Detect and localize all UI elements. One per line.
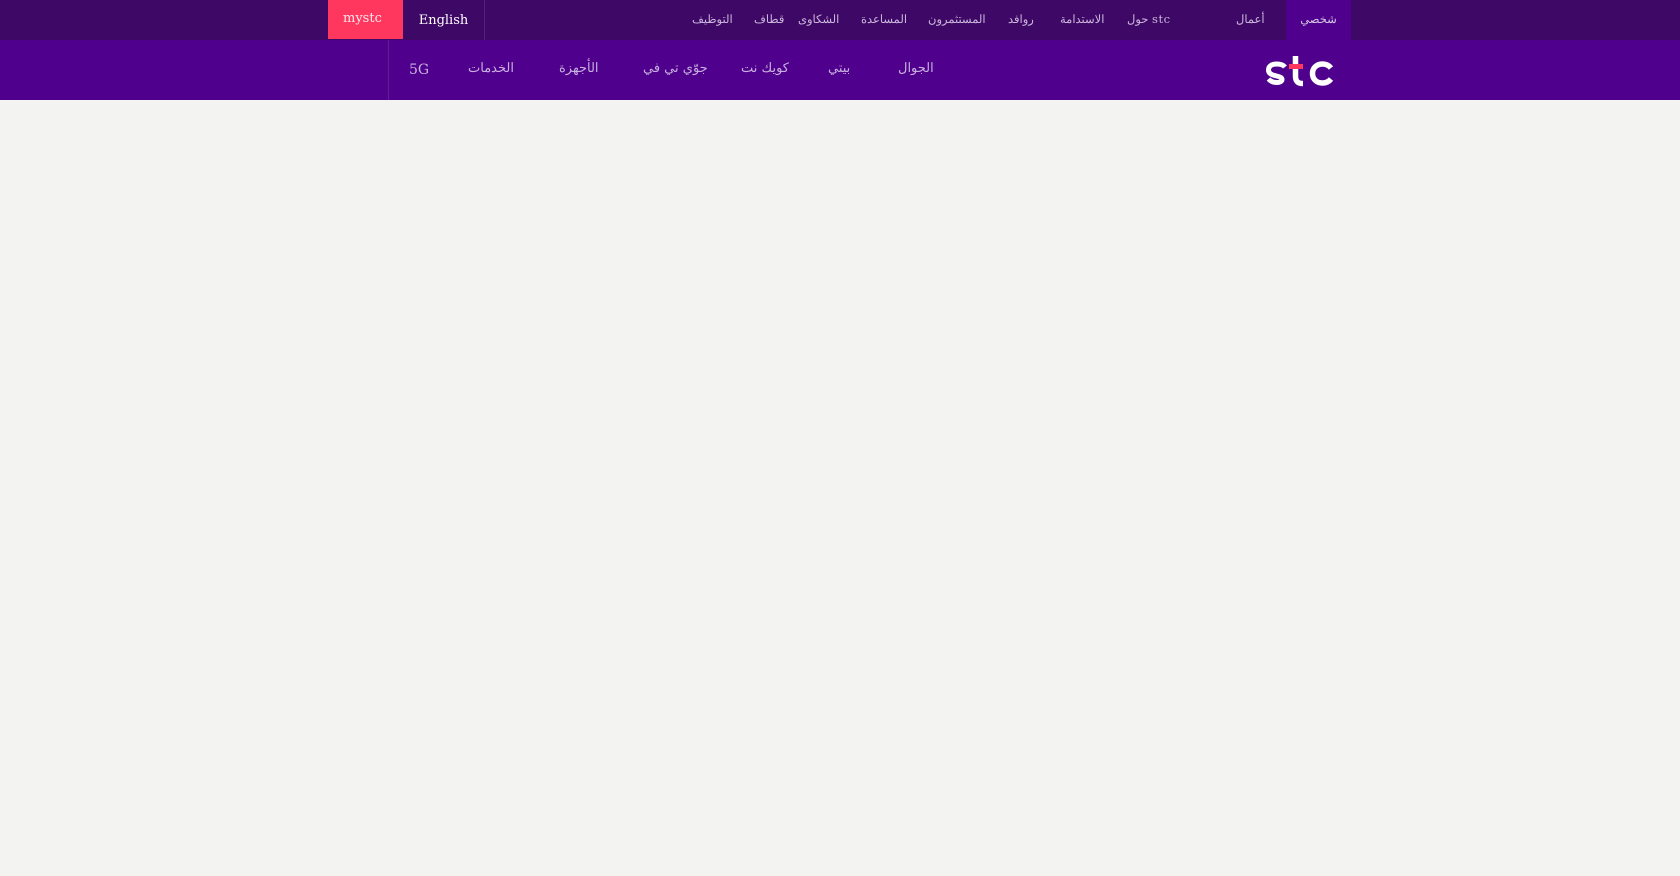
- top-link-complaints[interactable]: الشكاوى: [798, 0, 839, 40]
- nav-item-jawwy-tv[interactable]: جوّي تي في: [643, 40, 708, 100]
- stc-logo[interactable]: [1265, 53, 1335, 89]
- nav-item-home[interactable]: بيتي: [828, 40, 850, 100]
- top-link-rawafed[interactable]: روافد: [1008, 0, 1034, 40]
- top-link-investors[interactable]: المستثمرون: [928, 0, 986, 40]
- top-link-help[interactable]: المساعدة: [861, 0, 907, 40]
- top-link-qitaf[interactable]: قطاف: [754, 0, 784, 40]
- top-link-careers[interactable]: التوظيف: [692, 0, 733, 40]
- nav-item-mobile[interactable]: الجوال: [898, 40, 934, 100]
- nav-item-devices[interactable]: الأجهزة: [559, 40, 599, 100]
- nav-item-5g[interactable]: 5G: [388, 40, 448, 100]
- top-link-sustainability[interactable]: الاستدامة: [1060, 0, 1104, 40]
- mystc-button[interactable]: mystc: [328, 0, 403, 39]
- tab-personal[interactable]: شخصي: [1286, 0, 1351, 40]
- top-link-about-stc[interactable]: حول stc: [1127, 0, 1171, 40]
- language-switch-button[interactable]: English: [403, 0, 485, 40]
- page-content-area: [0, 100, 1680, 876]
- nav-item-quicknet[interactable]: كويك نت: [741, 40, 789, 100]
- nav-item-services[interactable]: الخدمات: [468, 40, 514, 100]
- tab-personal-label: شخصي: [1300, 12, 1337, 26]
- stc-logo-mark: [1265, 56, 1334, 87]
- tab-business[interactable]: أعمال: [1236, 0, 1265, 40]
- top-utility-bar: mystc English التوظيف قطاف الشكاوى المسا…: [0, 0, 1680, 40]
